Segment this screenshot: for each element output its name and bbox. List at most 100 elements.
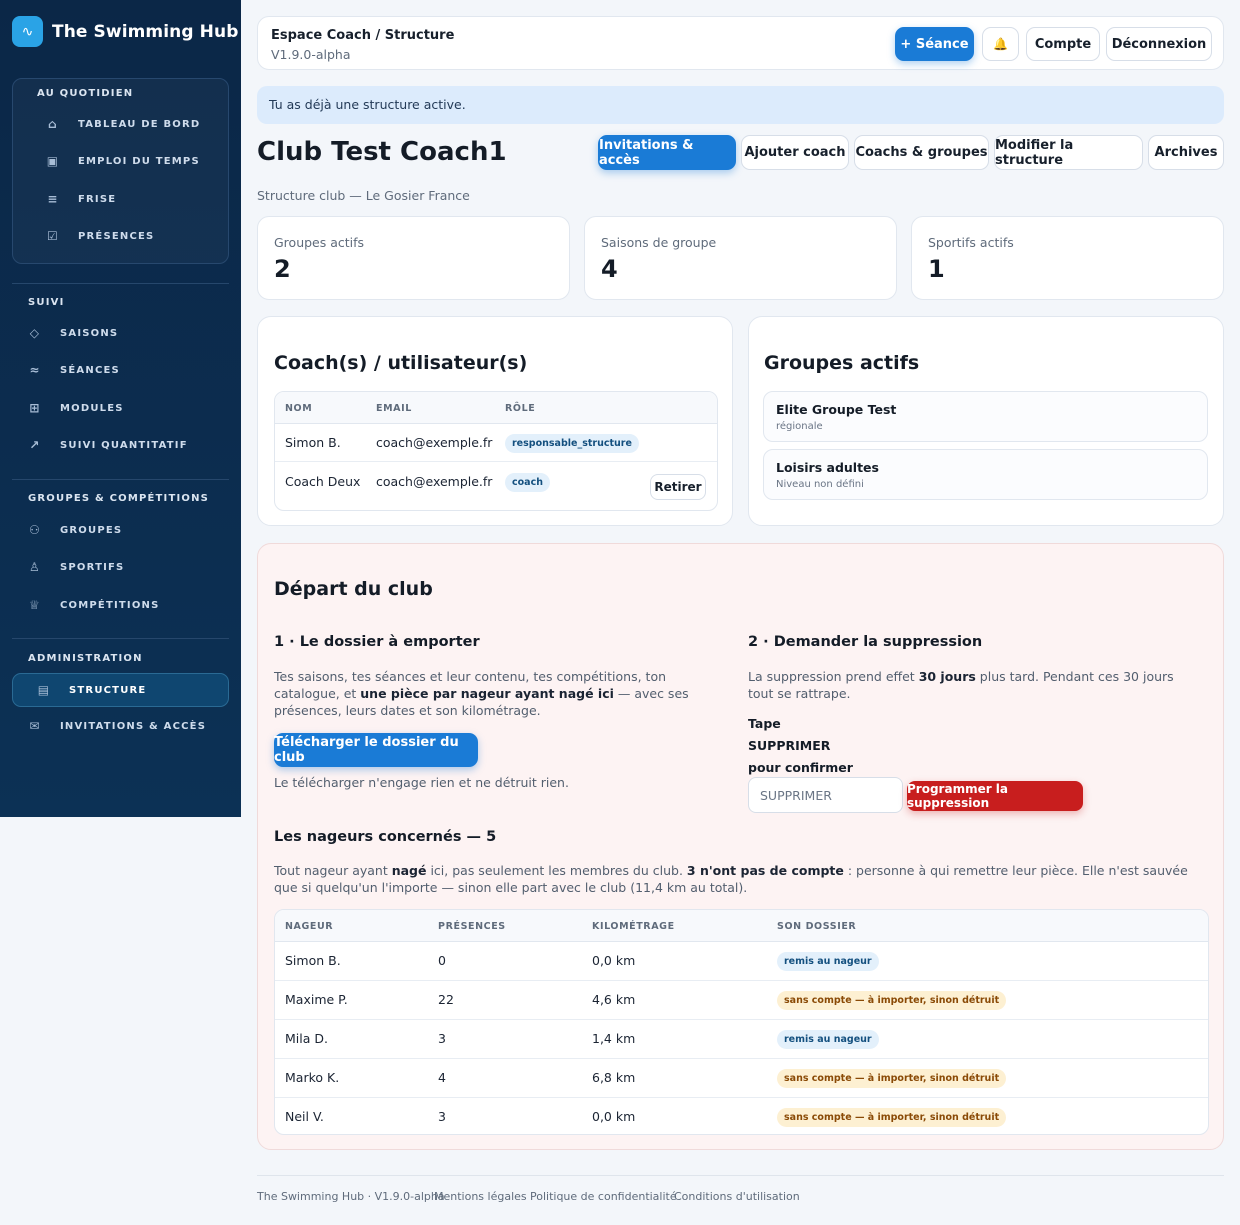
- remove-coach-button[interactable]: Retirer: [650, 474, 706, 500]
- sidebar-item-quantitative[interactable]: ↗ SUIVI QUANTITATIF: [28, 431, 228, 459]
- sidebar-item-label: TABLEAU DE BORD: [78, 118, 201, 130]
- footer-brand: The Swimming Hub · V1.9.0-alpha: [257, 1190, 445, 1203]
- sidebar-item-invitations[interactable]: ✉ INVITATIONS & ACCÈS: [28, 712, 228, 740]
- home-icon: ⌂: [48, 117, 58, 131]
- table-row: Coach Deux coach@exemple.fr coach Retire…: [275, 462, 717, 510]
- group-name: Loisirs adultes: [776, 460, 879, 475]
- stat-label: Sportifs actifs: [928, 235, 1014, 250]
- footer-link-privacy[interactable]: Politique de confidentialité: [530, 1190, 677, 1203]
- page-subtitle: Structure club — Le Gosier France: [257, 188, 470, 203]
- new-session-button[interactable]: + Séance: [895, 27, 974, 61]
- sidebar-item-label: SAISONS: [60, 327, 119, 339]
- schedule-deletion-button[interactable]: Programmer la suppression: [907, 781, 1083, 811]
- dossier-status-badge: remis au nageur: [777, 1030, 879, 1049]
- tab-edit-structure[interactable]: Modifier la structure: [994, 135, 1143, 170]
- tab-archives[interactable]: Archives: [1148, 135, 1224, 170]
- swimmer-name: Simon B.: [285, 953, 341, 968]
- sidebar-item-competitions[interactable]: ♕ COMPÉTITIONS: [28, 591, 228, 619]
- swimmers-table: NAGEUR PRÉSENCES KILOMÉTRAGE SON DOSSIER…: [274, 909, 1209, 1135]
- sidebar-item-structure[interactable]: ▤ STRUCTURE: [12, 673, 229, 707]
- stat-label: Saisons de groupe: [601, 235, 717, 250]
- step2-title: 2 · Demander la suppression: [748, 634, 983, 650]
- table-row: Maxime P. 22 4,6 km sans compte — à impo…: [275, 981, 1208, 1020]
- account-button[interactable]: Compte: [1026, 27, 1100, 61]
- sidebar-item-attendance[interactable]: ☑ PRÉSENCES: [46, 222, 246, 250]
- bell-icon[interactable]: 🔔: [982, 27, 1019, 61]
- swimmer-km: 0,0 km: [592, 1109, 636, 1124]
- column-header: EMAIL: [376, 403, 412, 414]
- swimmer-km: 0,0 km: [592, 953, 636, 968]
- mail-icon: ✉: [29, 719, 41, 733]
- info-alert: Tu as déjà une structure active.: [257, 86, 1224, 124]
- coach-email: coach@exemple.fr: [376, 435, 493, 450]
- dossier-status-badge: sans compte — à importer, sinon détruit: [777, 1069, 1007, 1088]
- trophy-icon: ♕: [29, 598, 41, 612]
- tab-invitations[interactable]: Invitations & accès: [598, 135, 736, 170]
- document-icon: ▤: [37, 683, 51, 697]
- swimmer-presences: 3: [438, 1031, 446, 1046]
- sidebar-item-groups[interactable]: ⚇ GROUPES: [28, 516, 228, 544]
- column-header: NAGEUR: [285, 921, 334, 932]
- confirm-label-2: pour confirmer: [748, 760, 853, 775]
- swimmer-presences: 0: [438, 953, 446, 968]
- sidebar-item-athletes[interactable]: ♙ SPORTIFS: [28, 553, 228, 581]
- list-item[interactable]: Loisirs adultes Niveau non défini: [763, 449, 1208, 500]
- group-level: régionale: [776, 421, 823, 432]
- swimmer-presences: 22: [438, 992, 454, 1007]
- table-row: Neil V. 3 0,0 km sans compte — à importe…: [275, 1098, 1208, 1134]
- tab-add-coach[interactable]: Ajouter coach: [741, 135, 849, 170]
- sidebar-item-label: PRÉSENCES: [78, 230, 155, 242]
- coaches-card: Coach(s) / utilisateur(s) NOM EMAIL RÔLE…: [257, 316, 733, 526]
- sidebar-item-label: SUIVI QUANTITATIF: [60, 439, 188, 451]
- swimmer-km: 1,4 km: [592, 1031, 636, 1046]
- page-title: Club Test Coach1: [257, 137, 507, 167]
- sidebar-item-modules[interactable]: ⊞ MODULES: [28, 394, 228, 422]
- sidebar-item-label: SÉANCES: [60, 364, 120, 376]
- sidebar-item-label: SPORTIFS: [60, 561, 125, 573]
- step1-text: Tes saisons, tes séances et leur contenu…: [274, 669, 689, 718]
- confirm-keyword: SUPPRIMER: [748, 738, 831, 753]
- sidebar-item-dashboard[interactable]: ⌂ TABLEAU DE BORD: [46, 110, 246, 138]
- footer-link-terms[interactable]: Conditions d'utilisation: [674, 1190, 800, 1203]
- sidebar-item-sessions[interactable]: ≈ SÉANCES: [28, 356, 228, 384]
- column-header: PRÉSENCES: [438, 921, 506, 932]
- swimmer-km: 4,6 km: [592, 992, 636, 1007]
- footer-divider: [257, 1175, 1224, 1176]
- trend-icon: ↗: [29, 438, 41, 452]
- download-dossier-button[interactable]: Télécharger le dossier du club: [274, 733, 478, 767]
- delete-confirm-input[interactable]: [748, 777, 903, 813]
- role-badge: coach: [505, 473, 550, 492]
- group-name: Elite Groupe Test: [776, 402, 897, 417]
- logout-button[interactable]: Déconnexion: [1106, 27, 1212, 61]
- sidebar-item-label: INVITATIONS & ACCÈS: [60, 720, 207, 732]
- sidebar-item-schedule[interactable]: ▣ EMPLOI DU TEMPS: [46, 147, 246, 175]
- nav-section-title: GROUPES & COMPÉTITIONS: [28, 493, 210, 504]
- swimmer-name: Marko K.: [285, 1070, 340, 1085]
- confirm-label-1: Tape: [748, 716, 781, 731]
- sidebar-item-seasons[interactable]: ◇ SAISONS: [28, 319, 228, 347]
- waves-icon: ≈: [29, 363, 41, 377]
- swimmer-name: Maxime P.: [285, 992, 348, 1007]
- coach-name: Coach Deux: [285, 474, 361, 489]
- stat-card-group-seasons: Saisons de groupe 4: [584, 216, 897, 300]
- role-badge: responsable_structure: [505, 434, 639, 453]
- dossier-status-badge: sans compte — à importer, sinon détruit: [777, 991, 1007, 1010]
- stat-card-active-groups: Groupes actifs 2: [257, 216, 570, 300]
- footer-link-legal[interactable]: Mentions légales: [434, 1190, 527, 1203]
- swimmer-name: Mila D.: [285, 1031, 328, 1046]
- list-item[interactable]: Elite Groupe Test régionale: [763, 391, 1208, 442]
- sidebar-item-timeline[interactable]: ≡ FRISE: [46, 185, 246, 213]
- app-version: V1.9.0-alpha: [271, 47, 351, 62]
- brand[interactable]: ∿ The Swimming Hub: [12, 16, 238, 47]
- column-header: NOM: [285, 403, 313, 414]
- coach-name: Simon B.: [285, 435, 341, 450]
- swimmers-title: Les nageurs concernés — 5: [274, 829, 497, 845]
- group-level: Niveau non défini: [776, 479, 864, 490]
- users-icon: ⚇: [29, 523, 41, 537]
- column-header: RÔLE: [505, 403, 536, 414]
- timeline-icon: ≡: [47, 192, 59, 206]
- table-row: Simon B. coach@exemple.fr responsable_st…: [275, 424, 717, 462]
- tab-coaches-groups[interactable]: Coachs & groupes: [854, 135, 989, 170]
- stat-label: Groupes actifs: [274, 235, 365, 250]
- stat-value: 1: [928, 255, 945, 283]
